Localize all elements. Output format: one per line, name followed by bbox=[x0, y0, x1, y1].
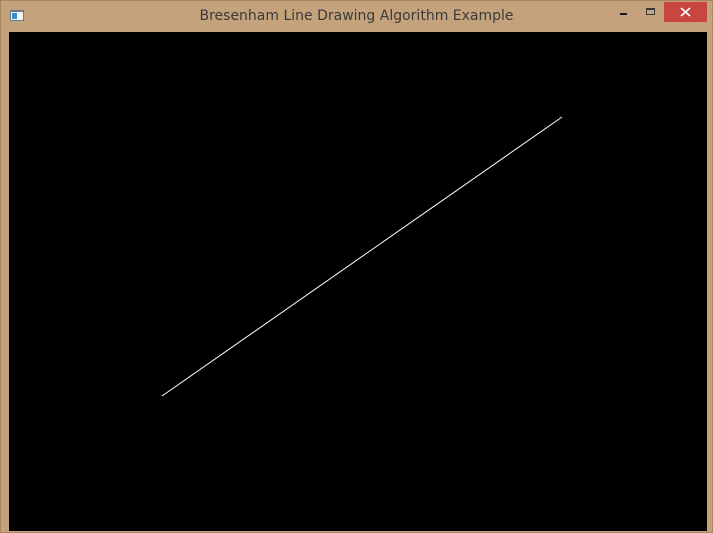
close-button[interactable] bbox=[664, 2, 707, 22]
minimize-button[interactable] bbox=[610, 2, 636, 22]
maximize-icon bbox=[646, 8, 655, 15]
drawing-canvas[interactable] bbox=[9, 32, 707, 531]
minimize-icon bbox=[620, 13, 627, 15]
window-title: Bresenham Line Drawing Algorithm Example bbox=[199, 8, 514, 24]
canvas-svg bbox=[161, 116, 563, 397]
app-window: Bresenham Line Drawing Algorithm Example bbox=[0, 0, 713, 533]
bresenham-line bbox=[161, 116, 563, 397]
close-icon bbox=[680, 7, 691, 17]
title-bar[interactable]: Bresenham Line Drawing Algorithm Example bbox=[1, 1, 712, 31]
maximize-button[interactable] bbox=[637, 2, 663, 22]
